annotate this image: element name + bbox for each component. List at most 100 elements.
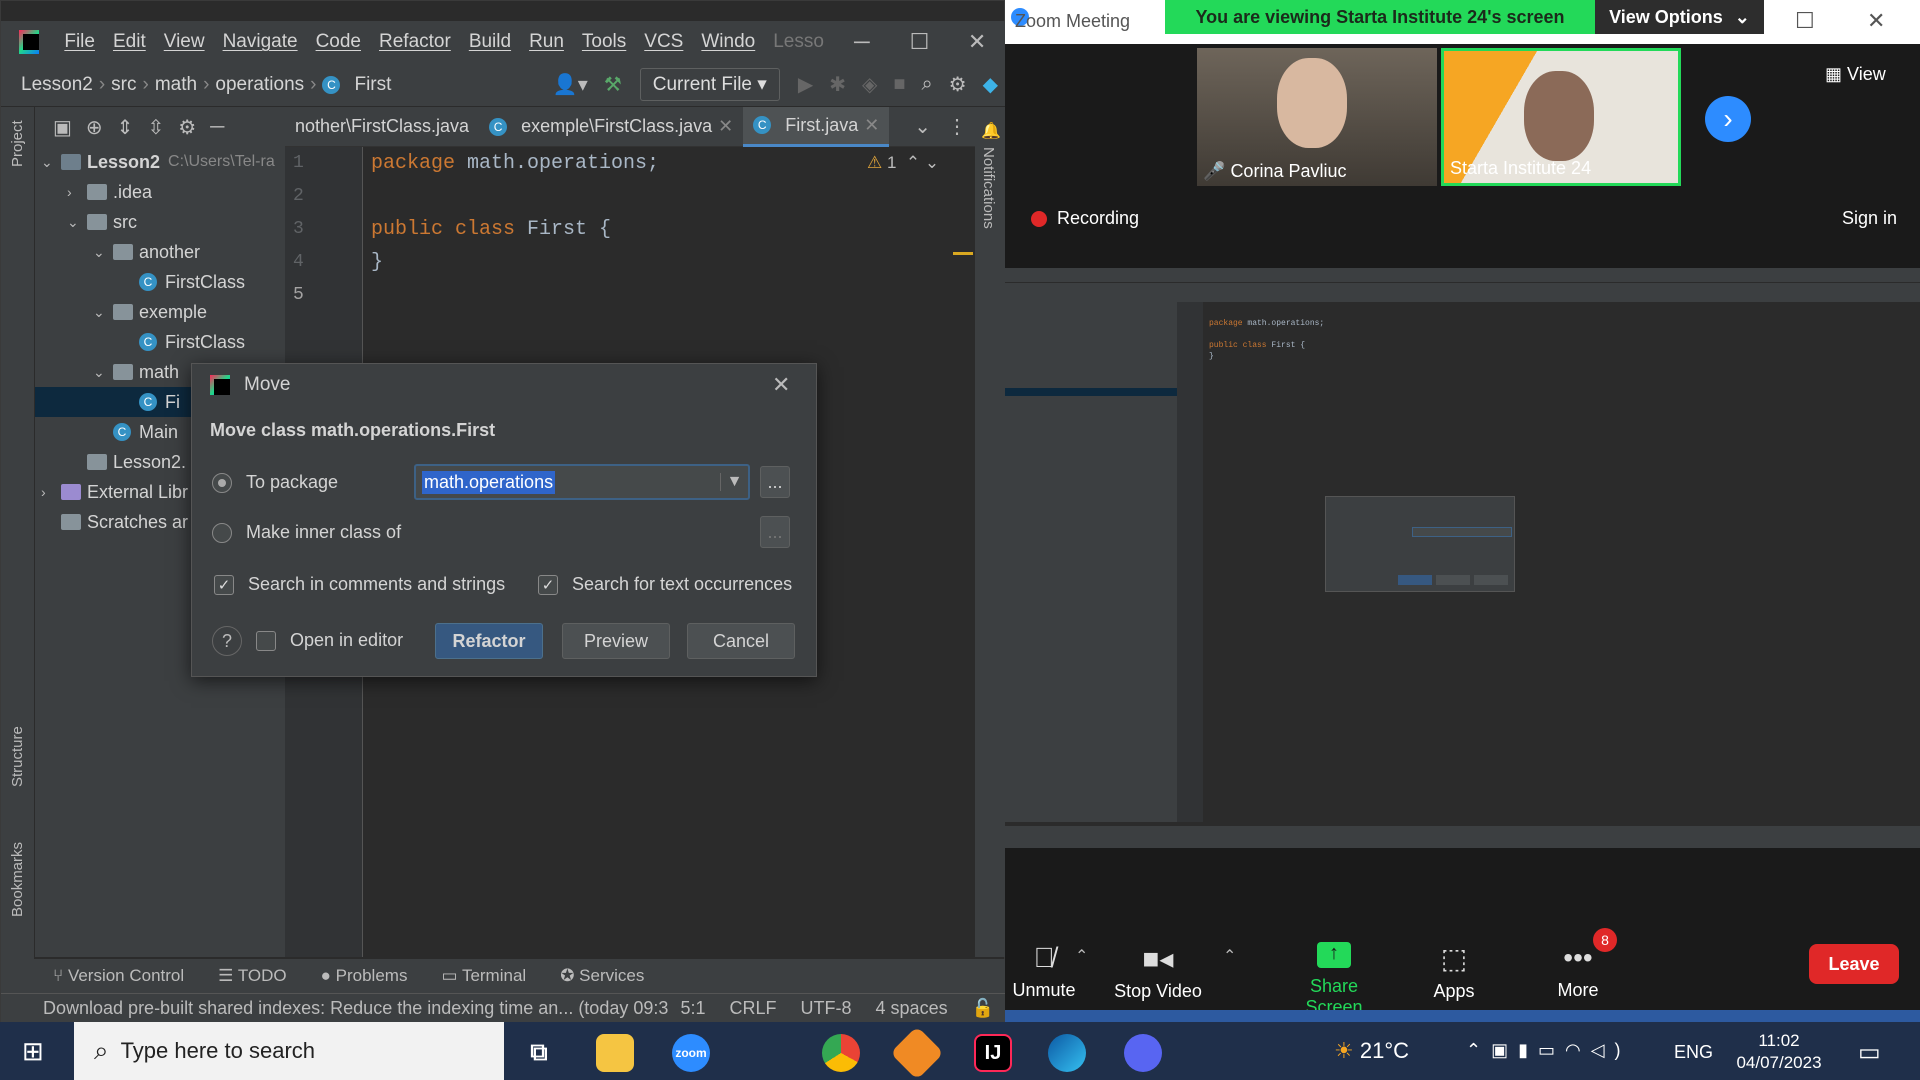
clock[interactable]: 11:02 04/07/2023 xyxy=(1730,1030,1828,1074)
expand-arrow-icon[interactable]: ⌄ xyxy=(93,364,113,381)
expand-arrow-icon[interactable]: ⌄ xyxy=(93,304,113,321)
breadcrumb-src[interactable]: src xyxy=(105,74,142,96)
chevron-down-icon[interactable]: ▼ xyxy=(720,473,748,491)
package-input[interactable]: math.operations xyxy=(422,470,556,494)
menu-window[interactable]: Windo xyxy=(692,31,764,53)
system-tray[interactable]: ⌃▣▮▭◠◁) xyxy=(1466,1040,1631,1061)
close-icon[interactable]: ✕ xyxy=(718,116,733,137)
participant-tile[interactable]: 🎤 Corina Pavliuc xyxy=(1197,48,1437,186)
menu-build[interactable]: Build xyxy=(460,31,520,53)
tree-item[interactable]: ⌄ src xyxy=(35,207,285,237)
check-icon[interactable]: ✓ xyxy=(214,574,234,595)
code-content[interactable]: package math.operations; public class Fi… xyxy=(371,147,659,312)
discord-icon[interactable] xyxy=(1124,1034,1162,1072)
edge-icon[interactable] xyxy=(1048,1034,1086,1072)
tab-first[interactable]: C First.java ✕ xyxy=(743,106,890,147)
menu-refactor[interactable]: Refactor xyxy=(370,31,460,53)
tree-item[interactable]: › .idea xyxy=(35,177,285,207)
line-separator[interactable]: CRLF xyxy=(718,998,789,1019)
user-icon[interactable]: 👤▾ xyxy=(545,72,596,97)
tab-exemple-firstclass[interactable]: Cexemple\FirstClass.java ✕ xyxy=(479,107,743,147)
checkbox-empty[interactable] xyxy=(256,630,276,651)
tool-tab-project[interactable]: Project xyxy=(9,120,26,167)
task-view-icon[interactable]: ⧉ xyxy=(520,1034,558,1072)
inner-class-radio[interactable]: Make inner class of xyxy=(212,522,401,543)
tool-problems[interactable]: ● Problems xyxy=(321,966,408,986)
browse-inner-class-button[interactable]: ... xyxy=(760,516,790,548)
file-explorer-icon[interactable] xyxy=(596,1034,634,1072)
windows-start-icon[interactable]: ⊞ xyxy=(22,1036,44,1067)
zoom-app-icon[interactable]: zoom xyxy=(672,1034,710,1072)
build-hammer-icon[interactable]: ⚒ xyxy=(596,72,630,97)
intellij-taskbar-icon[interactable]: IJ xyxy=(974,1034,1012,1072)
tree-item[interactable]: ⌄ exemple xyxy=(35,297,285,327)
breadcrumb-first[interactable]: First xyxy=(348,74,397,96)
chrome-icon[interactable] xyxy=(822,1034,860,1072)
more-button[interactable]: ••• More xyxy=(1523,942,1633,1001)
minimize-icon[interactable]: ─ xyxy=(833,29,891,55)
help-button[interactable]: ? xyxy=(212,626,242,656)
locate-icon[interactable]: ⊕ xyxy=(86,115,103,140)
view-options-button[interactable]: View Options ⌄ xyxy=(1595,0,1764,34)
radio-selected[interactable] xyxy=(212,472,232,493)
chevron-up-icon[interactable]: ⌃ xyxy=(1223,946,1236,966)
menu-view[interactable]: View xyxy=(155,31,214,53)
chevron-up-icon[interactable]: ⌃ xyxy=(1075,946,1088,966)
maximize-icon[interactable]: ☐ xyxy=(1795,8,1815,34)
search-icon[interactable]: ⌕ xyxy=(913,73,940,96)
search-comments-checkbox[interactable]: ✓ Search in comments and strings xyxy=(214,574,505,595)
warning-indicator[interactable]: ⚠ 1 ⌃ ⌄ xyxy=(867,153,939,173)
expand-all-icon[interactable]: ⇕ xyxy=(117,115,134,140)
run-config-select[interactable]: Current File ▾ xyxy=(639,68,780,101)
browse-package-button[interactable]: ... xyxy=(760,466,790,498)
tool-terminal[interactable]: ▭ Terminal xyxy=(441,966,526,986)
caret-position[interactable]: 5:1 xyxy=(668,998,717,1019)
open-in-editor-checkbox[interactable]: Open in editor xyxy=(256,630,403,651)
tool-tab-notifications[interactable]: Notifications xyxy=(980,147,997,229)
coverage-icon[interactable]: ◈ xyxy=(854,72,885,97)
breadcrumb-math[interactable]: math xyxy=(149,74,203,96)
indent-setting[interactable]: 4 spaces xyxy=(864,998,960,1019)
menu-file[interactable]: File xyxy=(55,31,104,53)
breadcrumb-project[interactable]: Lesson2 xyxy=(15,74,99,96)
close-icon[interactable]: ✕ xyxy=(1867,8,1885,34)
search-text-checkbox[interactable]: ✓ Search for text occurrences xyxy=(538,574,792,595)
status-message[interactable]: Download pre-built shared indexes: Reduc… xyxy=(43,998,668,1019)
maximize-icon[interactable]: ☐ xyxy=(891,29,949,55)
lock-icon[interactable]: 🔓 xyxy=(960,998,1006,1019)
weather-widget[interactable]: ☀ 21°C xyxy=(1334,1038,1409,1064)
breadcrumb-operations[interactable]: operations xyxy=(209,74,310,96)
tool-version-control[interactable]: ⑂ Version Control xyxy=(53,966,184,986)
tree-item[interactable]: C FirstClass xyxy=(35,327,285,357)
panel-icon[interactable]: ▣ xyxy=(53,115,72,140)
view-button[interactable]: ▦ View xyxy=(1825,64,1886,85)
expand-arrow-icon[interactable]: ⌄ xyxy=(67,214,87,231)
file-encoding[interactable]: UTF-8 xyxy=(789,998,864,1019)
preview-button[interactable]: Preview xyxy=(562,623,670,659)
hide-icon[interactable]: ─ xyxy=(210,116,224,139)
taskbar-search[interactable]: ⌕ Type here to search xyxy=(74,1022,504,1080)
menu-tools[interactable]: Tools xyxy=(573,31,635,53)
cancel-button[interactable]: Cancel xyxy=(687,623,795,659)
more-icon[interactable]: ⋮ xyxy=(939,114,975,139)
tool-tab-structure[interactable]: Structure xyxy=(9,726,26,787)
tabs-dropdown-icon[interactable]: ⌄ xyxy=(906,114,939,139)
tree-item[interactable]: ⌄ another xyxy=(35,237,285,267)
apps-button[interactable]: ⬚ Apps xyxy=(1399,942,1509,1002)
tool-tab-bookmarks[interactable]: Bookmarks xyxy=(9,842,26,917)
check-icon[interactable]: ✓ xyxy=(538,574,558,595)
leave-button[interactable]: Leave xyxy=(1809,944,1899,984)
sign-in-link[interactable]: Sign in xyxy=(1842,208,1897,229)
language-indicator[interactable]: ENG xyxy=(1674,1042,1713,1063)
expand-arrow-icon[interactable]: › xyxy=(67,184,87,200)
debug-icon[interactable]: ✱ xyxy=(821,72,854,97)
close-icon[interactable]: ✕ xyxy=(948,29,1006,55)
menu-vcs[interactable]: VCS xyxy=(635,31,692,53)
gear-icon[interactable]: ⚙ xyxy=(178,115,196,140)
run-icon[interactable]: ▶ xyxy=(790,72,821,97)
menu-code[interactable]: Code xyxy=(307,31,370,53)
tool-services[interactable]: ✪ Services xyxy=(560,966,644,986)
radio-unselected[interactable] xyxy=(212,522,232,543)
package-combo[interactable]: math.operations ▼ xyxy=(414,464,750,500)
jetbrains-ai-icon[interactable]: ◆ xyxy=(975,72,1006,97)
